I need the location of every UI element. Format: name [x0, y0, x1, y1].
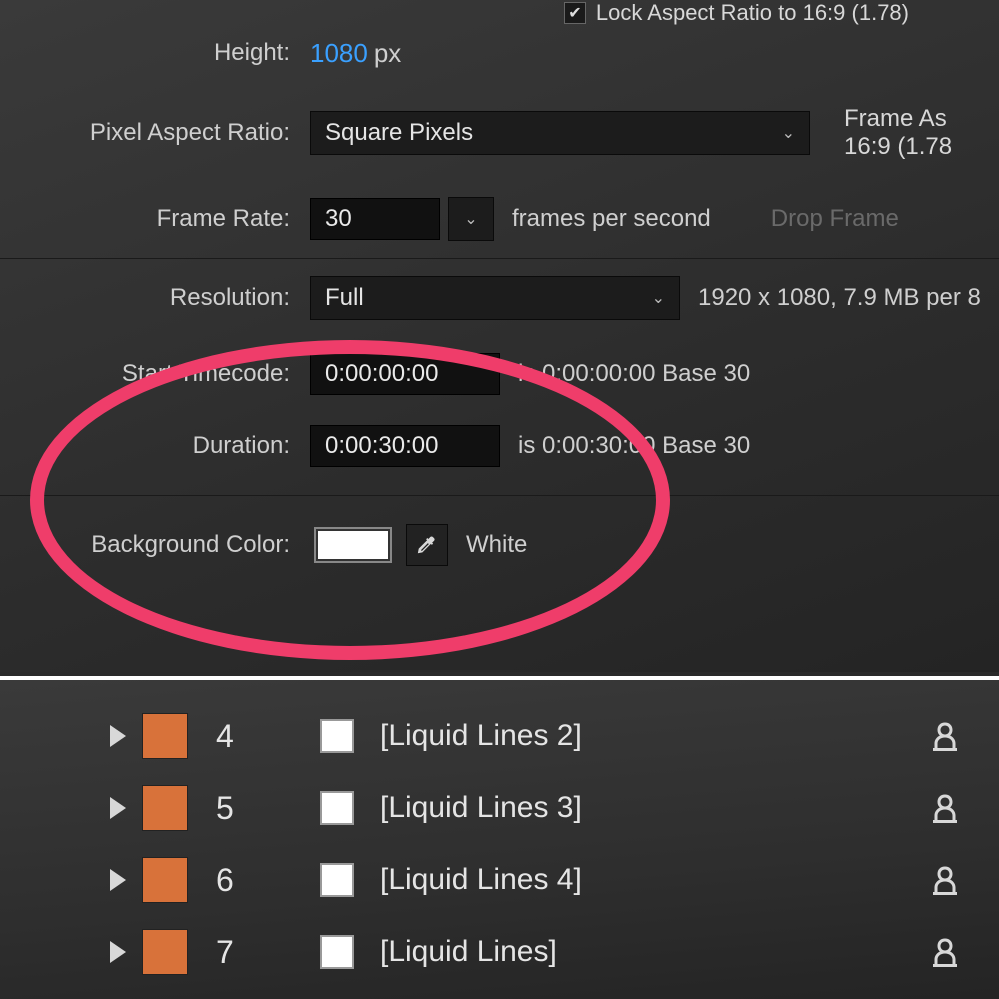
layer-toggle-box[interactable]: [320, 863, 354, 897]
pixel-aspect-value: Square Pixels: [325, 119, 473, 147]
layer-number: 4: [216, 718, 270, 755]
parent-pickwhip-icon[interactable]: [925, 932, 965, 972]
eyedropper-icon: [416, 534, 438, 556]
fps-unit: frames per second: [512, 205, 711, 233]
height-value[interactable]: 1080: [310, 38, 368, 69]
resolution-value: Full: [325, 284, 364, 312]
layer-row[interactable]: 6 [Liquid Lines 4]: [0, 844, 999, 916]
duration-info: is 0:00:30:00 Base 30: [518, 432, 750, 460]
height-unit: px: [374, 38, 401, 69]
layer-name[interactable]: [Liquid Lines]: [380, 935, 925, 969]
layer-name[interactable]: [Liquid Lines 2]: [380, 719, 925, 753]
layer-row[interactable]: 4 [Liquid Lines 2]: [0, 700, 999, 772]
lock-aspect-row: ✔ Lock Aspect Ratio to 16:9 (1.78): [564, 0, 909, 26]
frame-rate-input[interactable]: 30: [310, 198, 440, 240]
twirl-icon[interactable]: [110, 797, 126, 819]
layer-color-chip[interactable]: [142, 713, 188, 759]
pixel-aspect-dropdown[interactable]: Square Pixels ⌄: [310, 111, 810, 155]
timeline-layers-panel: 4 [Liquid Lines 2] 5 [Liquid Lines 3] 6 [Liqu…: [0, 676, 999, 999]
resolution-info: 1920 x 1080, 7.9 MB per 8: [698, 284, 981, 312]
frame-aspect-info: Frame As 16:9 (1.78: [844, 105, 952, 160]
twirl-icon[interactable]: [110, 941, 126, 963]
frame-rate-label: Frame Rate:: [0, 205, 300, 233]
layer-toggle-box[interactable]: [320, 791, 354, 825]
twirl-icon[interactable]: [110, 869, 126, 891]
frame-rate-stepper[interactable]: ⌄: [448, 197, 494, 241]
duration-label: Duration:: [0, 432, 300, 460]
layer-color-chip[interactable]: [142, 785, 188, 831]
layer-name[interactable]: [Liquid Lines 3]: [380, 791, 925, 825]
parent-pickwhip-icon[interactable]: [925, 860, 965, 900]
layer-row[interactable]: 5 [Liquid Lines 3]: [0, 772, 999, 844]
layer-row[interactable]: 7 [Liquid Lines]: [0, 916, 999, 988]
lock-aspect-checkbox[interactable]: ✔: [564, 2, 586, 24]
eyedropper-button[interactable]: [406, 524, 448, 566]
background-color-swatch[interactable]: [314, 527, 392, 563]
start-timecode-input[interactable]: 0:00:00:00: [310, 353, 500, 395]
chevron-down-icon: ⌄: [782, 123, 795, 143]
layer-number: 6: [216, 862, 270, 899]
composition-settings-panel: ✔ Lock Aspect Ratio to 16:9 (1.78) Heigh…: [0, 0, 999, 672]
background-color-label: Background Color:: [0, 531, 300, 559]
start-timecode-label: Start Timecode:: [0, 360, 300, 388]
parent-pickwhip-icon[interactable]: [925, 716, 965, 756]
layer-color-chip[interactable]: [142, 857, 188, 903]
duration-input[interactable]: 0:00:30:00: [310, 425, 500, 467]
layer-color-chip[interactable]: [142, 929, 188, 975]
parent-pickwhip-icon[interactable]: [925, 788, 965, 828]
layer-name[interactable]: [Liquid Lines 4]: [380, 863, 925, 897]
layer-number: 7: [216, 934, 270, 971]
resolution-dropdown[interactable]: Full ⌄: [310, 276, 680, 320]
drop-frame-label: Drop Frame: [771, 205, 899, 233]
start-timecode-info: is 0:00:00:00 Base 30: [518, 360, 750, 388]
layer-toggle-box[interactable]: [320, 719, 354, 753]
pixel-aspect-label: Pixel Aspect Ratio:: [0, 119, 300, 147]
chevron-down-icon: ⌄: [652, 288, 665, 308]
lock-aspect-label: Lock Aspect Ratio to 16:9 (1.78): [596, 0, 909, 26]
twirl-icon[interactable]: [110, 725, 126, 747]
layer-toggle-box[interactable]: [320, 935, 354, 969]
resolution-label: Resolution:: [0, 284, 300, 312]
chevron-down-icon: ⌄: [464, 209, 477, 229]
layer-number: 5: [216, 790, 270, 827]
height-label: Height:: [0, 39, 300, 67]
background-color-name: White: [466, 531, 527, 559]
